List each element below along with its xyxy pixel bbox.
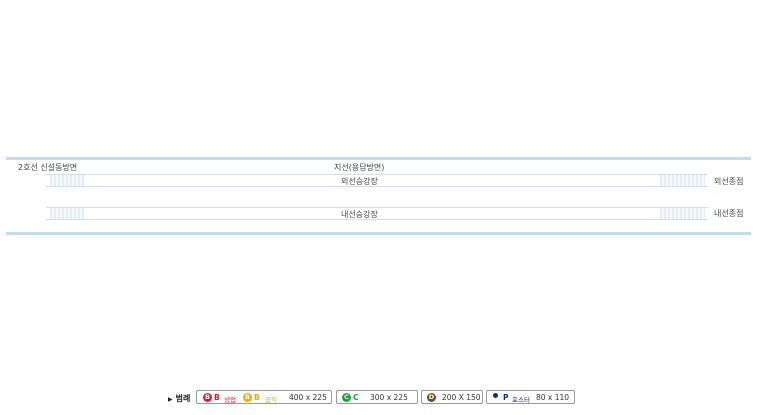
platform-top-rail [6, 157, 751, 160]
inner-platform-bottom-line [46, 219, 708, 220]
badge-c-icon: C [342, 393, 351, 402]
legend-c-size: 300 x 225 [370, 393, 408, 402]
badge-b-commercial-icon: B [203, 393, 212, 402]
legend-item-p[interactable]: P 포스터 80 x 110 [486, 390, 575, 404]
legend-b-size: 400 x 225 [289, 393, 327, 402]
legend-d-size: 200 X 150 [442, 393, 481, 402]
legend-p-label: P [503, 393, 509, 402]
outer-platform-right-ad-slot[interactable] [660, 175, 705, 186]
poster-dot-icon [493, 393, 498, 398]
outer-platform-top-line [46, 174, 708, 175]
outer-terminal-label: 외선종점 [714, 177, 744, 186]
legend-c-label: C [353, 393, 359, 402]
triangle-right-icon: ▶ [168, 396, 173, 403]
inner-terminal-label: 내선종점 [714, 209, 744, 218]
badge-d-icon: D [427, 393, 436, 402]
legend-item-c[interactable]: C C 300 x 225 [336, 390, 418, 404]
legend-p-size: 80 x 110 [536, 393, 570, 402]
outer-platform-bottom-line [46, 186, 708, 187]
legend-b-public-sub: 공익 [265, 395, 277, 404]
badge-b-public-icon: B [243, 393, 252, 402]
inner-platform-left-ad-slot[interactable] [50, 208, 84, 219]
legend-b2-label: B [254, 393, 260, 402]
legend-title: ▶ 범례 [168, 394, 191, 403]
platform-bottom-rail [6, 232, 751, 235]
line-direction-label: 2호선 신설동방면 [18, 163, 78, 172]
legend-item-d[interactable]: D 200 X 150 [421, 390, 483, 404]
legend-item-b[interactable]: B B 상업 B B 공익 400 x 225 [196, 390, 332, 404]
inner-platform-top-line [46, 207, 708, 208]
branch-title: 지선(용답방면) [334, 163, 385, 172]
inner-platform-right-ad-slot[interactable] [660, 208, 705, 219]
outer-platform-left-ad-slot[interactable] [50, 175, 84, 186]
legend-b-commercial-sub: 상업 [224, 395, 236, 404]
legend-b-label: B [214, 393, 220, 402]
legend-p-sub: 포스터 [512, 395, 530, 404]
